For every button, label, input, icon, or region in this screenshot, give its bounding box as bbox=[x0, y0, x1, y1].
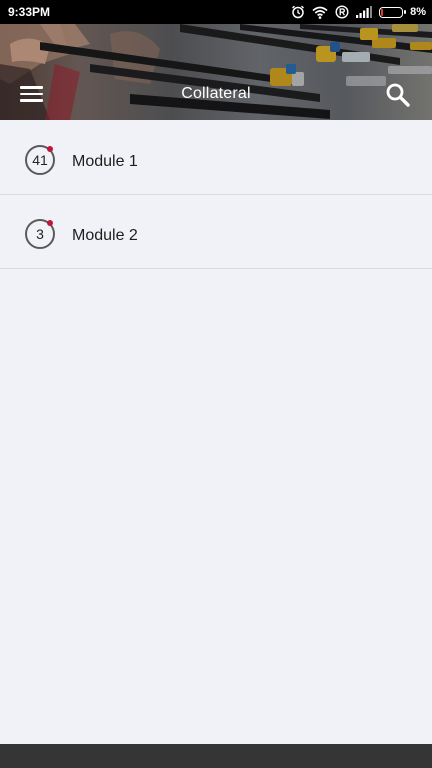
battery-level-fill bbox=[381, 8, 384, 16]
rowing-header-image bbox=[0, 24, 432, 120]
app-header: Collateral bbox=[0, 24, 432, 120]
status-time: 9:33PM bbox=[8, 5, 51, 19]
notification-dot bbox=[47, 220, 53, 226]
count-badge: 41 bbox=[25, 145, 55, 175]
module-row-1[interactable]: 41 Module 1 bbox=[0, 121, 432, 195]
alarm-icon bbox=[291, 5, 305, 19]
count-badge: 3 bbox=[25, 219, 55, 249]
battery-icon bbox=[379, 6, 407, 18]
system-navigation-bar bbox=[0, 744, 432, 768]
count-badge-value: 41 bbox=[32, 152, 48, 168]
battery-percent: 8% bbox=[410, 6, 426, 18]
search-icon[interactable] bbox=[384, 81, 412, 109]
app-screen: 9:33PM 8% Collateral 41 Module 1 3 Modul… bbox=[0, 0, 432, 768]
module-list: 41 Module 1 3 Module 2 bbox=[0, 121, 432, 269]
status-icons: 8% bbox=[291, 3, 426, 21]
roaming-r-icon bbox=[335, 5, 349, 19]
wifi-icon bbox=[312, 6, 328, 19]
module-label: Module 1 bbox=[72, 153, 138, 170]
status-bar: 9:33PM 8% bbox=[0, 0, 432, 24]
module-label: Module 2 bbox=[72, 227, 138, 244]
signal-icon bbox=[356, 6, 373, 18]
count-badge-value: 3 bbox=[36, 226, 44, 242]
notification-dot bbox=[47, 146, 53, 152]
module-row-2[interactable]: 3 Module 2 bbox=[0, 195, 432, 269]
page-title: Collateral bbox=[181, 85, 251, 102]
